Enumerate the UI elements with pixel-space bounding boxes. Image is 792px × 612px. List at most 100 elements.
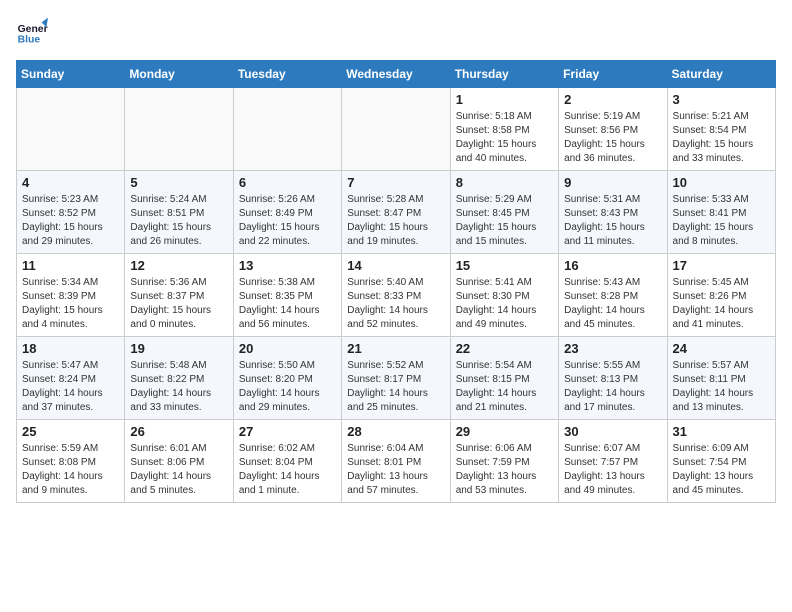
day-info: Sunrise: 6:01 AM Sunset: 8:06 PM Dayligh… [130,442,227,498]
day-number: 15 [456,258,553,273]
calendar-cell: 5 Sunrise: 5:24 AM Sunset: 8:51 PM Daylig… [125,171,233,254]
day-info: Sunrise: 5:50 AM Sunset: 8:20 PM Dayligh… [239,359,336,415]
day-number: 1 [456,92,553,107]
page-header: General Blue [16,16,776,48]
day-info: Sunrise: 5:19 AM Sunset: 8:56 PM Dayligh… [564,110,661,166]
day-number: 19 [130,341,227,356]
calendar-cell: 19 Sunrise: 5:48 AM Sunset: 8:22 PM Dayli… [125,337,233,420]
day-number: 14 [347,258,444,273]
calendar-cell: 6Sunrise: 5:26 AM Sunset: 8:49 PM Daylig… [233,171,341,254]
day-info: Sunrise: 5:21 AM Sunset: 8:54 PM Dayligh… [673,110,770,166]
day-number: 28 [347,424,444,439]
day-info: Sunrise: 6:04 AM Sunset: 8:01 PM Dayligh… [347,442,444,498]
day-info: Sunrise: 6:09 AM Sunset: 7:54 PM Dayligh… [673,442,770,498]
day-info: Sunrise: 5:40 AM Sunset: 8:33 PM Dayligh… [347,276,444,332]
calendar-cell: 16 Sunrise: 5:43 AM Sunset: 8:28 PM Dayli… [559,254,667,337]
day-info: Sunrise: 5:41 AM Sunset: 8:30 PM Dayligh… [456,276,553,332]
day-info: Sunrise: 5:54 AM Sunset: 8:15 PM Dayligh… [456,359,553,415]
day-number: 30 [564,424,661,439]
day-info: Sunrise: 5:34 AM Sunset: 8:39 PM Dayligh… [22,276,119,332]
calendar-cell: 2Sunrise: 5:19 AM Sunset: 8:56 PM Daylig… [559,88,667,171]
day-info: Sunrise: 5:47 AM Sunset: 8:24 PM Dayligh… [22,359,119,415]
calendar-week-1: 1 Sunrise: 5:18 AM Sunset: 8:58 PM Daylig… [17,88,776,171]
calendar-cell: 22 Sunrise: 5:54 AM Sunset: 8:15 PM Dayli… [450,337,558,420]
day-number: 5 [130,175,227,190]
day-info: Sunrise: 6:02 AM Sunset: 8:04 PM Dayligh… [239,442,336,498]
day-number: 8 [456,175,553,190]
calendar-week-4: 18 Sunrise: 5:47 AM Sunset: 8:24 PM Dayli… [17,337,776,420]
calendar-cell: 8 Sunrise: 5:29 AM Sunset: 8:45 PM Daylig… [450,171,558,254]
day-info: Sunrise: 5:31 AM Sunset: 8:43 PM Dayligh… [564,193,661,249]
calendar-cell: 7 Sunrise: 5:28 AM Sunset: 8:47 PM Daylig… [342,171,450,254]
logo-icon: General Blue [16,16,48,48]
calendar-cell [342,88,450,171]
calendar-cell [233,88,341,171]
calendar-cell: 30Sunrise: 6:07 AM Sunset: 7:57 PM Dayli… [559,420,667,503]
calendar-cell: 25Sunrise: 5:59 AM Sunset: 8:08 PM Dayli… [17,420,125,503]
svg-text:General: General [18,24,48,35]
day-number: 12 [130,258,227,273]
day-info: Sunrise: 5:48 AM Sunset: 8:22 PM Dayligh… [130,359,227,415]
calendar-cell: 17Sunrise: 5:45 AM Sunset: 8:26 PM Dayli… [667,254,775,337]
calendar-cell: 4 Sunrise: 5:23 AM Sunset: 8:52 PM Daylig… [17,171,125,254]
day-number: 6 [239,175,336,190]
weekday-header-thursday: Thursday [450,61,558,88]
weekday-header-friday: Friday [559,61,667,88]
day-number: 17 [673,258,770,273]
day-info: Sunrise: 5:57 AM Sunset: 8:11 PM Dayligh… [673,359,770,415]
calendar-cell: 31 Sunrise: 6:09 AM Sunset: 7:54 PM Dayli… [667,420,775,503]
calendar-table: SundayMondayTuesdayWednesdayThursdayFrid… [16,60,776,503]
calendar-week-3: 11 Sunrise: 5:34 AM Sunset: 8:39 PM Dayli… [17,254,776,337]
day-info: Sunrise: 5:33 AM Sunset: 8:41 PM Dayligh… [673,193,770,249]
day-number: 31 [673,424,770,439]
calendar-cell: 28 Sunrise: 6:04 AM Sunset: 8:01 PM Dayli… [342,420,450,503]
calendar-cell: 24Sunrise: 5:57 AM Sunset: 8:11 PM Dayli… [667,337,775,420]
day-number: 27 [239,424,336,439]
calendar-week-5: 25Sunrise: 5:59 AM Sunset: 8:08 PM Dayli… [17,420,776,503]
day-info: Sunrise: 5:18 AM Sunset: 8:58 PM Dayligh… [456,110,553,166]
calendar-cell: 15 Sunrise: 5:41 AM Sunset: 8:30 PM Dayli… [450,254,558,337]
day-info: Sunrise: 5:55 AM Sunset: 8:13 PM Dayligh… [564,359,661,415]
weekday-header-sunday: Sunday [17,61,125,88]
calendar-cell: 23 Sunrise: 5:55 AM Sunset: 8:13 PM Dayli… [559,337,667,420]
day-info: Sunrise: 5:28 AM Sunset: 8:47 PM Dayligh… [347,193,444,249]
weekday-header-wednesday: Wednesday [342,61,450,88]
day-number: 26 [130,424,227,439]
calendar-cell: 1 Sunrise: 5:18 AM Sunset: 8:58 PM Daylig… [450,88,558,171]
logo: General Blue [16,16,48,48]
calendar-cell: 9Sunrise: 5:31 AM Sunset: 8:43 PM Daylig… [559,171,667,254]
day-number: 22 [456,341,553,356]
day-number: 3 [673,92,770,107]
calendar-cell: 27 Sunrise: 6:02 AM Sunset: 8:04 PM Dayli… [233,420,341,503]
calendar-cell: 10Sunrise: 5:33 AM Sunset: 8:41 PM Dayli… [667,171,775,254]
calendar-cell: 13 Sunrise: 5:38 AM Sunset: 8:35 PM Dayli… [233,254,341,337]
day-info: Sunrise: 5:43 AM Sunset: 8:28 PM Dayligh… [564,276,661,332]
day-number: 11 [22,258,119,273]
day-number: 18 [22,341,119,356]
day-info: Sunrise: 5:29 AM Sunset: 8:45 PM Dayligh… [456,193,553,249]
day-number: 7 [347,175,444,190]
calendar-week-2: 4 Sunrise: 5:23 AM Sunset: 8:52 PM Daylig… [17,171,776,254]
day-number: 25 [22,424,119,439]
day-number: 20 [239,341,336,356]
calendar-cell [125,88,233,171]
calendar-cell: 14 Sunrise: 5:40 AM Sunset: 8:33 PM Dayli… [342,254,450,337]
calendar-cell: 11 Sunrise: 5:34 AM Sunset: 8:39 PM Dayli… [17,254,125,337]
day-number: 4 [22,175,119,190]
calendar-cell: 26 Sunrise: 6:01 AM Sunset: 8:06 PM Dayli… [125,420,233,503]
calendar-cell: 3 Sunrise: 5:21 AM Sunset: 8:54 PM Daylig… [667,88,775,171]
day-number: 13 [239,258,336,273]
weekday-header-tuesday: Tuesday [233,61,341,88]
calendar-cell: 21Sunrise: 5:52 AM Sunset: 8:17 PM Dayli… [342,337,450,420]
calendar-header-row: SundayMondayTuesdayWednesdayThursdayFrid… [17,61,776,88]
day-number: 16 [564,258,661,273]
calendar-cell: 20 Sunrise: 5:50 AM Sunset: 8:20 PM Dayli… [233,337,341,420]
day-number: 21 [347,341,444,356]
day-number: 23 [564,341,661,356]
day-info: Sunrise: 5:24 AM Sunset: 8:51 PM Dayligh… [130,193,227,249]
day-info: Sunrise: 5:23 AM Sunset: 8:52 PM Dayligh… [22,193,119,249]
weekday-header-monday: Monday [125,61,233,88]
svg-text:Blue: Blue [18,34,41,45]
day-number: 29 [456,424,553,439]
day-info: Sunrise: 5:38 AM Sunset: 8:35 PM Dayligh… [239,276,336,332]
